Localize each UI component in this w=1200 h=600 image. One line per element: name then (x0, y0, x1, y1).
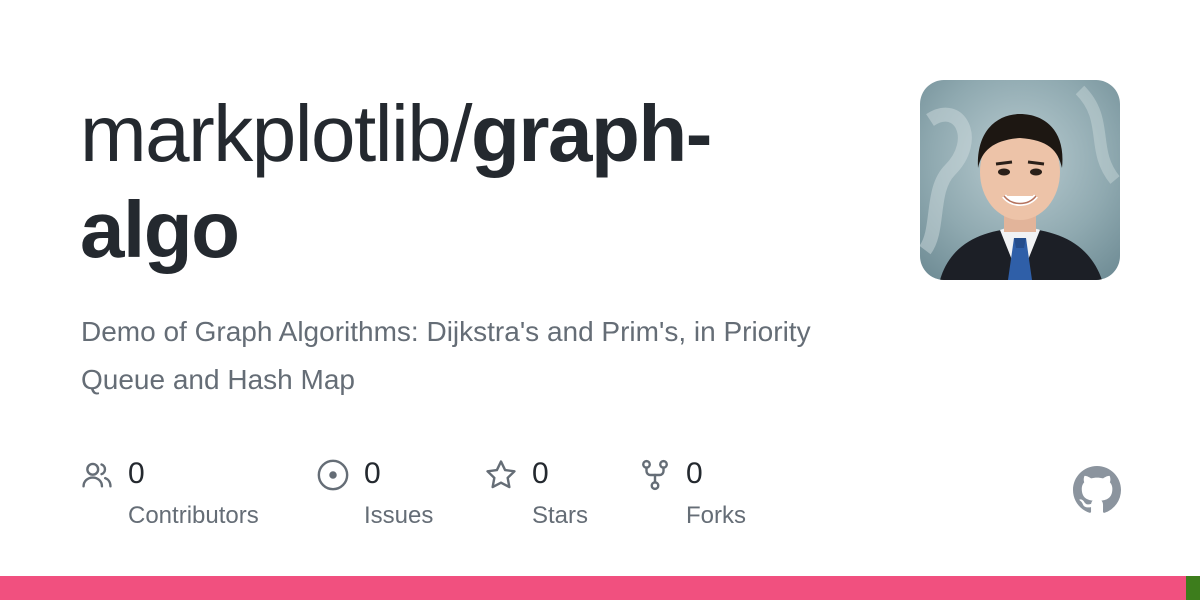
issues-count: 0 (364, 457, 381, 490)
people-icon (80, 458, 114, 492)
language-bar (0, 576, 1200, 600)
profile-photo-icon (920, 80, 1120, 280)
star-icon (484, 458, 518, 492)
repo-forked-icon (638, 458, 672, 492)
github-mark-icon[interactable] (1073, 466, 1121, 514)
contributors-count: 0 (128, 457, 145, 490)
repo-social-card: markplotlib/graph-algo Demo of Graph Alg… (0, 0, 1200, 600)
repo-title[interactable]: markplotlib/graph-algo (80, 86, 860, 278)
contributors-label: Contributors (128, 502, 259, 529)
language-segment (0, 576, 1186, 600)
repo-description: Demo of Graph Algorithms: Dijkstra's and… (81, 316, 811, 395)
repo-owner[interactable]: markplotlib/ (80, 89, 473, 178)
issues-label: Issues (364, 502, 434, 529)
repo-stats: 0 Contributors 0 Issues 0 Stars 0 Forks (80, 452, 800, 542)
language-segment (1185, 576, 1200, 600)
owner-avatar[interactable] (920, 80, 1120, 280)
stars-count: 0 (532, 457, 549, 490)
stars-label: Stars (532, 502, 589, 529)
forks-label: Forks (686, 502, 746, 529)
issue-opened-icon (316, 458, 350, 492)
forks-count: 0 (686, 457, 703, 490)
